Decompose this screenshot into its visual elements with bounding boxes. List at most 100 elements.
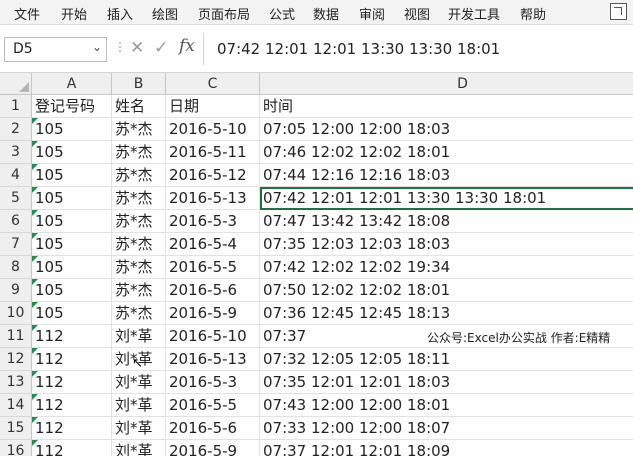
cell-d5[interactable]: 07:42 12:01 12:01 13:30 13:30 18:01 <box>260 187 633 210</box>
cell-c15[interactable]: 2016-5-6 <box>166 417 260 440</box>
cell-b5[interactable]: 苏*杰 <box>112 187 166 210</box>
cell-c1[interactable]: 日期 <box>166 95 260 118</box>
cell-b15[interactable]: 刘*革 <box>112 417 166 440</box>
cell-d8[interactable]: 07:42 12:02 12:02 19:34 <box>260 256 633 279</box>
select-all-corner[interactable] <box>0 73 32 95</box>
cell-b9[interactable]: 苏*杰 <box>112 279 166 302</box>
menu-view[interactable]: 视图 <box>404 4 430 23</box>
cell-c12[interactable]: 2016-5-13 <box>166 348 260 371</box>
row-header[interactable]: 13 <box>0 371 32 394</box>
row-header[interactable]: 6 <box>0 210 32 233</box>
cell-d9[interactable]: 07:50 12:02 12:02 18:01 <box>260 279 633 302</box>
cell-a6[interactable]: 105 <box>32 210 112 233</box>
cell-d13[interactable]: 07:35 12:01 12:01 18:03 <box>260 371 633 394</box>
error-indicator-icon[interactable] <box>32 440 38 446</box>
menu-review[interactable]: 审阅 <box>359 4 385 23</box>
column-header-d[interactable]: D <box>260 73 633 95</box>
cell-c3[interactable]: 2016-5-11 <box>166 141 260 164</box>
cell-b6[interactable]: 苏*杰 <box>112 210 166 233</box>
cell-c8[interactable]: 2016-5-5 <box>166 256 260 279</box>
cell-d15[interactable]: 07:33 12:00 12:00 18:07 <box>260 417 633 440</box>
row-header[interactable]: 12 <box>0 348 32 371</box>
cell-b13[interactable]: 刘*革 <box>112 371 166 394</box>
error-indicator-icon[interactable] <box>32 233 38 239</box>
column-header-a[interactable]: A <box>32 73 112 95</box>
cell-b3[interactable]: 苏*杰 <box>112 141 166 164</box>
checkmark-icon[interactable]: ✓ <box>154 38 168 58</box>
menu-insert[interactable]: 插入 <box>107 4 133 23</box>
cell-b7[interactable]: 苏*杰 <box>112 233 166 256</box>
cell-c4[interactable]: 2016-5-12 <box>166 164 260 187</box>
cell-d2[interactable]: 07:05 12:00 12:00 18:03 <box>260 118 633 141</box>
row-header[interactable]: 5 <box>0 187 32 210</box>
cell-d16[interactable]: 07:37 12:01 12:01 18:09 <box>260 440 633 456</box>
chevron-down-icon[interactable]: ⌄ <box>92 40 102 54</box>
formula-input[interactable]: 07:42 12:01 12:01 13:30 13:30 18:01 <box>217 40 500 58</box>
cell-c2[interactable]: 2016-5-10 <box>166 118 260 141</box>
row-header[interactable]: 2 <box>0 118 32 141</box>
row-header[interactable]: 8 <box>0 256 32 279</box>
cell-a2[interactable]: 105 <box>32 118 112 141</box>
cell-d12[interactable]: 07:32 12:05 12:05 18:11 <box>260 348 633 371</box>
cell-b11[interactable]: 刘*革 <box>112 325 166 348</box>
row-header[interactable]: 15 <box>0 417 32 440</box>
error-indicator-icon[interactable] <box>32 302 38 308</box>
menu-draw[interactable]: 绘图 <box>152 4 178 23</box>
error-indicator-icon[interactable] <box>32 325 38 331</box>
cell-c14[interactable]: 2016-5-5 <box>166 394 260 417</box>
cell-c13[interactable]: 2016-5-3 <box>166 371 260 394</box>
cell-a1[interactable]: 登记号码 <box>32 95 112 118</box>
row-header[interactable]: 14 <box>0 394 32 417</box>
cell-b1[interactable]: 姓名 <box>112 95 166 118</box>
cell-a13[interactable]: 112 <box>32 371 112 394</box>
menu-developer[interactable]: 开发工具 <box>448 4 500 23</box>
cell-a4[interactable]: 105 <box>32 164 112 187</box>
cell-d14[interactable]: 07:43 12:00 12:00 18:01 <box>260 394 633 417</box>
drag-handle-icon[interactable]: ⋮ <box>114 40 126 54</box>
cell-d10[interactable]: 07:36 12:45 12:45 18:13 <box>260 302 633 325</box>
cell-a5[interactable]: 105 <box>32 187 112 210</box>
cancel-icon[interactable]: ✕ <box>130 38 144 58</box>
name-box[interactable]: D5 ⌄ <box>4 37 107 62</box>
error-indicator-icon[interactable] <box>32 164 38 170</box>
error-indicator-icon[interactable] <box>32 187 38 193</box>
cell-a11[interactable]: 112 <box>32 325 112 348</box>
cell-c5[interactable]: 2016-5-13 <box>166 187 260 210</box>
error-indicator-icon[interactable] <box>32 348 38 354</box>
cell-a16[interactable]: 112 <box>32 440 112 456</box>
cell-b10[interactable]: 苏*杰 <box>112 302 166 325</box>
cell-a8[interactable]: 105 <box>32 256 112 279</box>
cell-a10[interactable]: 105 <box>32 302 112 325</box>
cell-b4[interactable]: 苏*杰 <box>112 164 166 187</box>
error-indicator-icon[interactable] <box>32 371 38 377</box>
cell-c16[interactable]: 2016-5-9 <box>166 440 260 456</box>
cell-a7[interactable]: 105 <box>32 233 112 256</box>
error-indicator-icon[interactable] <box>32 210 38 216</box>
row-header[interactable]: 1 <box>0 95 32 118</box>
column-header-c[interactable]: C <box>166 73 260 95</box>
row-header[interactable]: 4 <box>0 164 32 187</box>
cell-d4[interactable]: 07:44 12:16 12:16 18:03 <box>260 164 633 187</box>
cell-a12[interactable]: 112 <box>32 348 112 371</box>
error-indicator-icon[interactable] <box>32 118 38 124</box>
error-indicator-icon[interactable] <box>32 141 38 147</box>
cell-c11[interactable]: 2016-5-10 <box>166 325 260 348</box>
cell-d6[interactable]: 07:47 13:42 13:42 18:08 <box>260 210 633 233</box>
cell-a9[interactable]: 105 <box>32 279 112 302</box>
row-header[interactable]: 16 <box>0 440 32 456</box>
insert-function-icon[interactable]: fx <box>179 36 195 56</box>
error-indicator-icon[interactable] <box>32 417 38 423</box>
menu-data[interactable]: 数据 <box>313 4 339 23</box>
row-header[interactable]: 10 <box>0 302 32 325</box>
error-indicator-icon[interactable] <box>32 256 38 262</box>
row-header[interactable]: 9 <box>0 279 32 302</box>
cell-a15[interactable]: 112 <box>32 417 112 440</box>
cell-b8[interactable]: 苏*杰 <box>112 256 166 279</box>
cell-c7[interactable]: 2016-5-4 <box>166 233 260 256</box>
cell-c10[interactable]: 2016-5-9 <box>166 302 260 325</box>
menu-formulas[interactable]: 公式 <box>269 4 295 23</box>
cell-d1[interactable]: 时间 <box>260 95 633 118</box>
error-indicator-icon[interactable] <box>32 394 38 400</box>
share-icon[interactable] <box>610 3 627 20</box>
menu-file[interactable]: 文件 <box>14 4 40 23</box>
